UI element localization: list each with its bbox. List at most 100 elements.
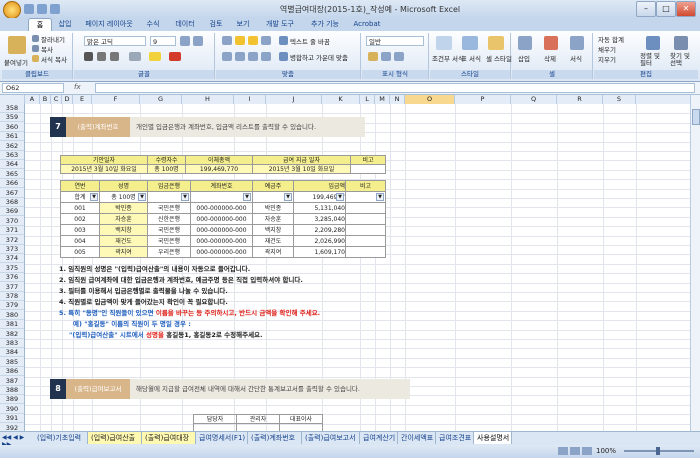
row-header[interactable]: 369	[0, 207, 24, 217]
format-cells-button[interactable]: 서식	[570, 53, 582, 63]
italic-icon[interactable]	[97, 52, 106, 61]
sheet-nav-arrows[interactable]: ◀◀ ◀ ▶ ▶▶	[2, 434, 30, 448]
percent-icon[interactable]	[381, 52, 391, 61]
fx-icon[interactable]: fx	[74, 83, 81, 91]
sheet-tab[interactable]: 급여계산기	[360, 432, 398, 444]
sheet-tab[interactable]: 급여조견표	[436, 432, 474, 444]
indent-icon[interactable]	[261, 52, 271, 61]
align-top-icon[interactable]	[222, 36, 232, 45]
orientation-icon[interactable]	[261, 36, 271, 45]
row-header[interactable]: 360	[0, 123, 24, 132]
column-header[interactable]: L	[360, 95, 375, 104]
wrap-text-button[interactable]: 텍스트 줄 바꿈	[290, 36, 330, 46]
find-select-icon[interactable]	[674, 36, 688, 50]
font-name-combo[interactable]: 맑은 고딕	[84, 36, 146, 46]
redo-icon[interactable]	[50, 4, 60, 14]
fill-color-icon[interactable]	[149, 52, 161, 61]
tab-addins[interactable]: 추가 기능	[305, 18, 345, 31]
conditional-format-button[interactable]: 조건부 서식	[432, 53, 464, 63]
maximize-button[interactable]: □	[656, 1, 676, 17]
filter-dropdown-icon[interactable]: ▼	[90, 193, 98, 201]
autosum-button[interactable]: 자동 합계	[598, 34, 624, 44]
row-header[interactable]: 372	[0, 236, 24, 245]
sheet-tab[interactable]: (출력)급여보고서	[302, 432, 360, 444]
close-button[interactable]: ✕	[676, 1, 696, 17]
paste-icon[interactable]	[8, 36, 26, 54]
filter-dropdown-icon[interactable]: ▼	[138, 193, 146, 201]
tab-developer[interactable]: 개발 도구	[260, 18, 300, 31]
row-header[interactable]: 370	[0, 217, 24, 226]
row-header[interactable]: 388	[0, 386, 24, 395]
filter-dropdown-icon[interactable]: ▼	[243, 193, 251, 201]
column-header[interactable]: J	[266, 95, 322, 104]
column-header[interactable]: Q	[511, 95, 557, 104]
row-header[interactable]: 384	[0, 348, 24, 358]
merge-icon[interactable]	[279, 52, 288, 61]
sheet-tab[interactable]: 사용설명서	[474, 432, 512, 444]
row-header[interactable]: 366	[0, 179, 24, 189]
table-format-icon[interactable]	[462, 36, 478, 50]
select-all-corner[interactable]	[0, 95, 25, 104]
row-header[interactable]: 367	[0, 189, 24, 198]
find-select-button[interactable]: 찾기 및 선택	[670, 53, 698, 67]
zoom-slider-thumb[interactable]	[656, 447, 660, 455]
insert-cells-icon[interactable]	[518, 36, 532, 50]
row-header[interactable]: 392	[0, 424, 24, 431]
align-center-icon[interactable]	[235, 52, 245, 61]
tab-view[interactable]: 보기	[232, 18, 254, 31]
approval-staff-sign[interactable]	[193, 423, 237, 431]
sheet-tab[interactable]: (출력)계좌번호	[248, 432, 302, 444]
font-color-icon[interactable]	[169, 52, 181, 61]
approval-ceo-sign[interactable]	[279, 423, 323, 431]
wrap-text-icon[interactable]	[279, 36, 288, 45]
column-header[interactable]: S	[603, 95, 636, 104]
tab-review[interactable]: 검토	[205, 18, 227, 31]
copy-button[interactable]: 복사	[41, 44, 53, 54]
column-header[interactable]: D	[62, 95, 73, 104]
column-header[interactable]: M	[375, 95, 390, 104]
sheet-tab[interactable]: (출력)급여대장	[142, 432, 196, 444]
tab-page-layout[interactable]: 페이지 레이아웃	[80, 18, 138, 31]
row-header[interactable]: 368	[0, 198, 24, 207]
align-left-icon[interactable]	[222, 52, 232, 61]
row-header[interactable]: 362	[0, 142, 24, 151]
tab-insert[interactable]: 삽입	[54, 18, 76, 31]
font-size-combo[interactable]: 9	[150, 36, 176, 46]
merge-center-button[interactable]: 병합하고 가운데 맞춤	[290, 52, 348, 62]
insert-cells-button[interactable]: 삽입	[518, 53, 530, 63]
row-header[interactable]: 377	[0, 283, 24, 292]
column-header[interactable]: K	[322, 95, 360, 104]
row-header[interactable]: 374	[0, 254, 24, 264]
formula-input[interactable]	[95, 83, 695, 93]
row-header[interactable]: 385	[0, 358, 24, 367]
vertical-scrollbar[interactable]	[690, 95, 700, 431]
filter-dropdown-icon[interactable]: ▼	[376, 193, 384, 201]
bold-icon[interactable]	[84, 52, 93, 61]
row-header[interactable]: 381	[0, 320, 24, 330]
grow-font-icon[interactable]	[180, 36, 190, 46]
filter-dropdown-icon[interactable]: ▼	[284, 193, 292, 201]
row-header[interactable]: 371	[0, 226, 24, 236]
clear-button[interactable]: 지우기	[598, 54, 616, 64]
page-layout-view-icon[interactable]	[570, 447, 580, 455]
row-header[interactable]: 376	[0, 273, 24, 283]
table-format-button[interactable]: 표 서식	[461, 53, 481, 63]
column-header[interactable]: N	[390, 95, 405, 104]
column-header[interactable]: C	[51, 95, 62, 104]
row-header[interactable]: 375	[0, 264, 24, 273]
column-header[interactable]: E	[73, 95, 92, 104]
filter-dropdown-icon[interactable]: ▼	[181, 193, 189, 201]
sheet-tab[interactable]: (입력)급여산출	[88, 432, 142, 444]
row-header[interactable]: 390	[0, 405, 24, 414]
page-break-view-icon[interactable]	[582, 447, 592, 455]
shrink-font-icon[interactable]	[193, 36, 203, 46]
copy-icon[interactable]	[32, 45, 39, 52]
sort-filter-icon[interactable]	[646, 36, 660, 50]
tab-home[interactable]: 홈	[28, 18, 52, 32]
comma-icon[interactable]	[394, 52, 404, 61]
align-right-icon[interactable]	[248, 52, 258, 61]
column-header[interactable]: A	[25, 95, 40, 104]
format-painter-icon[interactable]	[32, 55, 39, 62]
row-header[interactable]: 364	[0, 160, 24, 170]
sort-filter-button[interactable]: 정렬 및 필터	[640, 53, 668, 67]
